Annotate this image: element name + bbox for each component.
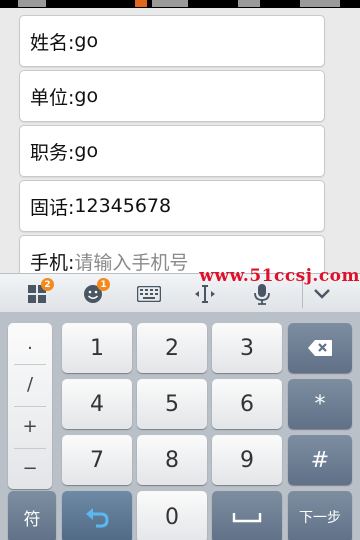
company-label: 单位:	[30, 86, 75, 109]
key-hash[interactable]: #	[288, 435, 352, 485]
mobile-label: 手机:	[30, 251, 75, 274]
key-0[interactable]: 0	[137, 491, 207, 540]
emoji-badge: 1	[97, 278, 110, 291]
mobile-placeholder: 请输入手机号	[74, 251, 189, 274]
apps-badge: 2	[41, 278, 54, 291]
key-1[interactable]: 1	[62, 323, 132, 373]
backspace-icon	[308, 340, 332, 356]
name-label: 姓名:	[30, 31, 75, 54]
key-2[interactable]: 2	[137, 323, 207, 373]
keyboard-icon[interactable]	[136, 282, 162, 306]
key-6[interactable]: 6	[212, 379, 282, 429]
position-field[interactable]: 职务: go	[19, 125, 325, 177]
space-icon	[232, 513, 262, 523]
signal-icon	[238, 0, 260, 7]
key-9[interactable]: 9	[212, 435, 282, 485]
status-icon	[152, 0, 188, 7]
space-button[interactable]	[212, 491, 282, 540]
key-8[interactable]: 8	[137, 435, 207, 485]
next-button[interactable]: 下一步	[288, 491, 352, 540]
numeric-keyboard: . / + − 1 2 3 4 5 6 * 7 8 9 # 符 0 下一步	[0, 313, 360, 540]
undo-icon	[86, 508, 109, 528]
key-7[interactable]: 7	[62, 435, 132, 485]
key-3[interactable]: 3	[212, 323, 282, 373]
apps-icon[interactable]: 2	[24, 278, 54, 306]
battery-icon	[300, 0, 340, 7]
watermark: www.51ccsj.com	[199, 266, 360, 286]
company-field[interactable]: 单位: go	[19, 70, 325, 122]
status-bar	[0, 0, 360, 8]
position-value: go	[74, 140, 99, 162]
status-icon	[18, 0, 46, 7]
name-field[interactable]: 姓名: go	[19, 15, 325, 67]
key-dot[interactable]: .	[8, 323, 52, 364]
backspace-button[interactable]	[288, 323, 352, 373]
landline-value: 12345678	[74, 195, 172, 217]
landline-label: 固话:	[30, 196, 75, 219]
key-asterisk[interactable]: *	[288, 379, 352, 429]
emoji-icon[interactable]: 1	[80, 278, 110, 306]
undo-button[interactable]	[62, 491, 132, 540]
symbol-column: . / + −	[8, 323, 52, 489]
company-value: go	[74, 85, 99, 107]
key-4[interactable]: 4	[62, 379, 132, 429]
key-5[interactable]: 5	[137, 379, 207, 429]
key-slash[interactable]: /	[8, 364, 52, 405]
name-value: go	[74, 30, 99, 52]
key-minus[interactable]: −	[8, 448, 52, 489]
position-label: 职务:	[30, 141, 75, 164]
key-plus[interactable]: +	[8, 406, 52, 447]
landline-field[interactable]: 固话: 12345678	[19, 180, 325, 232]
symbol-switch-button[interactable]: 符	[8, 491, 56, 540]
notification-icon	[135, 0, 147, 7]
